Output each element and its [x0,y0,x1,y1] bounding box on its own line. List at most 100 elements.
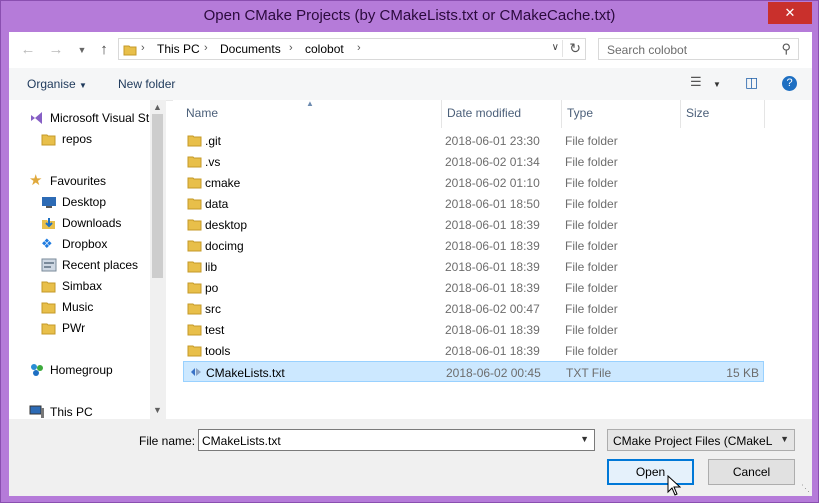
dialog-footer: File name: CMakeLists.txt ▼ CMake Projec… [9,419,812,496]
file-row[interactable]: test 2018-06-01 18:39 File folder [183,319,764,340]
view-dropdown-icon[interactable]: ▼ [713,80,721,89]
column-divider[interactable] [441,100,442,128]
file-date: 2018-06-01 18:50 [445,197,540,211]
new-folder-button[interactable]: New folder [118,77,175,91]
file-name: tools [205,344,231,358]
computer-icon [29,405,44,418]
filename-value: CMakeLists.txt [202,434,281,448]
folder-icon [187,219,202,231]
preview-pane-icon[interactable]: ◫ [745,74,758,91]
close-button[interactable]: ✕ [768,2,812,24]
search-box[interactable]: Search colobot ⚲ [598,38,799,60]
scroll-up-icon[interactable]: ▲ [153,102,162,112]
file-date: 2018-06-01 23:30 [445,134,540,148]
file-name: cmake [205,176,241,190]
column-divider[interactable] [680,100,681,128]
file-row[interactable]: lib 2018-06-01 18:39 File folder [183,256,764,277]
file-date: 2018-06-01 18:39 [445,218,540,232]
file-name: test [205,323,225,337]
column-name-header[interactable]: Name [186,106,218,120]
up-arrow-icon[interactable]: ↑ [93,40,115,60]
column-divider[interactable] [764,100,765,128]
desktop-icon [42,197,56,208]
nav-item-label: Downloads [62,216,122,230]
view-options-icon[interactable]: ☰ [690,74,702,90]
forward-arrow-icon[interactable]: → [45,40,67,60]
window-title: Open CMake Projects (by CMakeLists.txt o… [203,7,616,24]
folder-icon [187,135,202,147]
file-row[interactable]: docimg 2018-06-01 18:39 File folder [183,235,764,256]
filename-label: File name: [139,434,196,448]
title-bar[interactable]: Open CMake Projects (by CMakeLists.txt o… [1,1,818,33]
nav-item-label: Simbax [62,279,103,293]
homegroup-icon [31,364,43,376]
breadcrumb-separator-icon: › [204,42,208,54]
search-placeholder: Search colobot [607,43,688,57]
folder-icon [123,45,137,56]
folder-icon [187,156,202,168]
file-date: 2018-06-01 18:39 [445,281,540,295]
cmake-file-icon [191,368,201,376]
column-type-header[interactable]: Type [567,106,593,120]
column-size-header[interactable]: Size [686,106,709,120]
chevron-down-icon: ▼ [780,434,789,444]
file-type: File folder [565,134,618,148]
chevron-down-icon[interactable]: ▼ [580,434,589,444]
resize-grip-icon[interactable]: ⋱ [801,483,810,494]
file-type: File folder [565,281,618,295]
column-divider[interactable] [561,100,562,128]
cancel-button[interactable]: Cancel [708,459,795,485]
breadcrumb-colobot[interactable]: colobot [305,42,344,56]
star-icon: ★ [29,172,43,189]
breadcrumb-separator-icon: › [357,42,361,54]
file-row[interactable]: data 2018-06-01 18:50 File folder [183,193,764,214]
filetype-select[interactable]: CMake Project Files (CMakeLis ▼ [607,429,795,451]
file-row[interactable]: .vs 2018-06-02 01:34 File folder [183,151,764,172]
folder-icon [187,324,202,336]
back-arrow-icon[interactable]: ← [17,40,39,60]
navigation-row: ← → ▼ ↑ › This PC › Documents › colobot … [9,32,812,68]
file-row[interactable]: cmake 2018-06-02 01:10 File folder [183,172,764,193]
file-row[interactable]: src 2018-06-02 00:47 File folder [183,298,764,319]
downloads-icon [42,218,55,229]
file-row[interactable]: po 2018-06-01 18:39 File folder [183,277,764,298]
scroll-down-icon[interactable]: ▼ [153,405,162,415]
column-date-header[interactable]: Date modified [447,106,521,120]
search-icon[interactable]: ⚲ [781,41,791,57]
folder-icon [187,261,202,273]
file-row[interactable]: .git 2018-06-01 23:30 File folder [183,130,764,151]
file-row[interactable]: desktop 2018-06-01 18:39 File folder [183,214,764,235]
nav-item-label: Favourites [50,174,107,188]
address-bar[interactable]: › This PC › Documents › colobot › ∨ ↻ [118,38,586,60]
file-name: .git [205,134,222,148]
folder-icon [187,282,202,294]
breadcrumb-documents[interactable]: Documents [220,42,281,56]
nav-item-label: Dropbox [62,237,108,251]
filename-field[interactable]: CMakeLists.txt ▼ [198,429,595,451]
folder-icon [187,240,202,252]
sort-ascending-icon: ▲ [306,99,314,108]
refresh-icon[interactable]: ↻ [562,40,581,57]
file-date: 2018-06-02 00:45 [446,366,541,380]
file-type: File folder [565,260,618,274]
file-date: 2018-06-01 18:39 [445,344,540,358]
recent-locations-chevron-icon[interactable]: ▼ [71,40,93,60]
mouse-cursor-icon [667,475,681,496]
file-type: File folder [565,218,618,232]
file-row[interactable]: CMakeLists.txt 2018-06-02 00:45 TXT File 15… [183,361,764,382]
breadcrumb-this-pc[interactable]: This PC [157,42,200,56]
scrollbar-thumb[interactable] [152,114,163,278]
organise-label: Organise [27,77,76,91]
address-dropdown-icon[interactable]: ∨ [552,42,559,53]
file-size: 15 KB [726,366,759,380]
file-date: 2018-06-02 01:10 [445,176,540,190]
help-icon[interactable]: ? [782,76,797,91]
nav-pane-scrollbar[interactable]: ▲ ▼ [150,100,166,419]
nav-item-label: Microsoft Visual St [50,111,150,125]
organise-button[interactable]: Organise ▼ [27,77,87,91]
file-row[interactable]: tools 2018-06-01 18:39 File folder [183,340,764,361]
nav-item-label: repos [62,132,93,146]
file-type: File folder [565,323,618,337]
navigation-pane: Microsoft Visual St repos ★ Favourites D… [9,100,166,419]
open-dialog-window: Open CMake Projects (by CMakeLists.txt o… [0,0,819,503]
